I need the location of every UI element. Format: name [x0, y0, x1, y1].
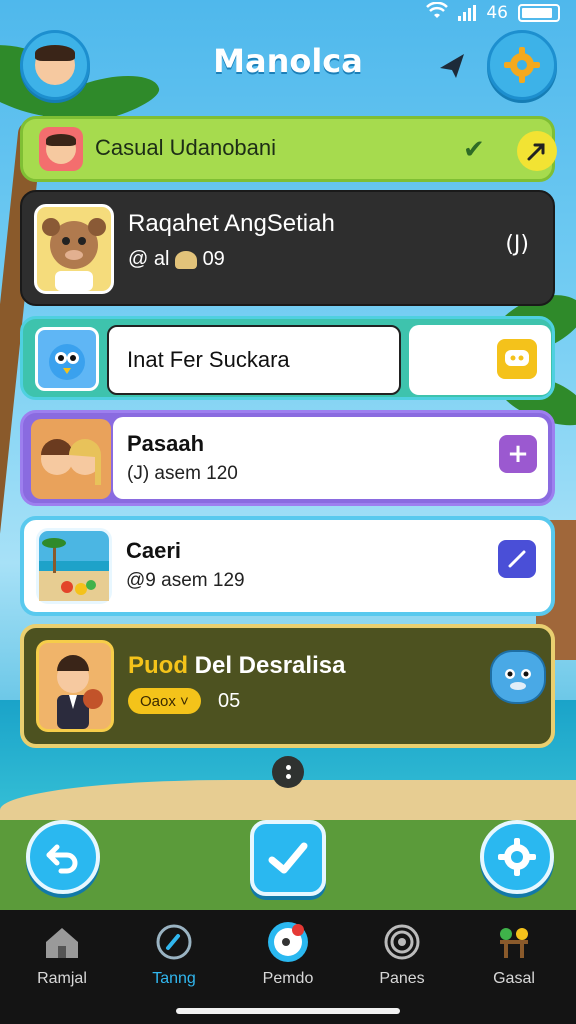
- nav-item-home[interactable]: Ramjal: [12, 920, 112, 988]
- search-card: Inat Fer Suckara: [20, 316, 555, 400]
- featured-dropdown[interactable]: Oaox ˅: [128, 688, 201, 714]
- profile-icon: [266, 920, 310, 964]
- profile-handle: @ al 09: [128, 248, 225, 270]
- check-icon: ✔: [463, 135, 485, 165]
- mascot-icon: [490, 650, 546, 704]
- nav-label: Pemdo: [262, 970, 314, 987]
- active-quest-label: Casual Udanobani: [95, 135, 277, 160]
- status-bar: 46: [426, 0, 560, 26]
- avatar: [39, 127, 83, 171]
- character-mini-icon: [175, 250, 197, 269]
- character-portrait: [36, 640, 114, 732]
- arrow-icon: [527, 143, 545, 161]
- list-item-name: Pasaah: [127, 431, 205, 456]
- go-button[interactable]: [517, 131, 557, 171]
- nav-label: Gasal: [493, 970, 535, 987]
- confirm-button[interactable]: [250, 820, 326, 896]
- list-item[interactable]: Pasaah (J) asem 120 +: [20, 410, 555, 506]
- nav-item-garden[interactable]: Gasal: [464, 920, 564, 988]
- signal-icon: [458, 5, 477, 21]
- list-item-name: Caeri: [126, 538, 182, 563]
- featured-count: 05: [218, 690, 241, 712]
- settings-button[interactable]: [487, 30, 557, 100]
- nav-item-compass[interactable]: Tanng: [124, 920, 224, 988]
- character-portrait: [31, 419, 111, 499]
- character-portrait: [34, 204, 114, 294]
- send-icon[interactable]: [436, 50, 468, 82]
- home-indicator: [176, 1008, 400, 1014]
- pencil-icon: [508, 550, 526, 568]
- list-item-sub: @9 asem 129: [126, 570, 245, 591]
- profile-name: Raqahet AngSetiah: [128, 210, 335, 237]
- back-button[interactable]: [26, 820, 100, 894]
- nav-item-profile[interactable]: Pemdo: [238, 920, 338, 988]
- chat-button[interactable]: [497, 339, 537, 379]
- featured-card[interactable]: Puod Del Desralisa Oaox ˅ 05: [20, 624, 555, 748]
- bird-icon: [35, 327, 99, 391]
- edit-button[interactable]: [498, 540, 536, 578]
- wifi-icon: [426, 1, 449, 25]
- checkmark-icon: [268, 842, 308, 874]
- home-icon: [40, 920, 84, 964]
- status-time: 46: [486, 3, 508, 23]
- profile-badge: (J): [505, 232, 529, 257]
- plus-icon: +: [507, 439, 529, 469]
- undo-icon: [46, 844, 78, 874]
- list-item-sub: (J) asem 120: [127, 463, 238, 484]
- nav-label: Ramjal: [37, 970, 87, 987]
- chat-icon: [505, 350, 529, 366]
- more-icon[interactable]: [272, 756, 304, 788]
- list-item[interactable]: Caeri @9 asem 129: [20, 516, 555, 616]
- garden-icon: [492, 920, 536, 964]
- gear-icon: [504, 47, 540, 83]
- island-thumbnail: [36, 528, 112, 604]
- bottom-nav: Ramjal Tanng Pemdo Panes Gasal: [0, 910, 576, 1024]
- nav-item-spiral[interactable]: Panes: [352, 920, 452, 988]
- search-input[interactable]: Inat Fer Suckara: [107, 325, 401, 395]
- nav-label: Panes: [379, 970, 425, 987]
- battery-icon: [518, 4, 560, 22]
- compass-icon: [152, 920, 196, 964]
- spiral-icon: [380, 920, 424, 964]
- list-item-panel: [113, 417, 548, 499]
- nav-label: Tanng: [152, 970, 196, 987]
- active-quest-card[interactable]: Casual Udanobani ✔: [20, 116, 557, 182]
- gear-icon: [498, 838, 536, 876]
- settings-fab-button[interactable]: [480, 820, 554, 894]
- profile-card[interactable]: Raqahet AngSetiah @ al 09 (J): [20, 190, 555, 306]
- add-button[interactable]: +: [499, 435, 537, 473]
- featured-name: Puod Del Desralisa: [128, 652, 346, 679]
